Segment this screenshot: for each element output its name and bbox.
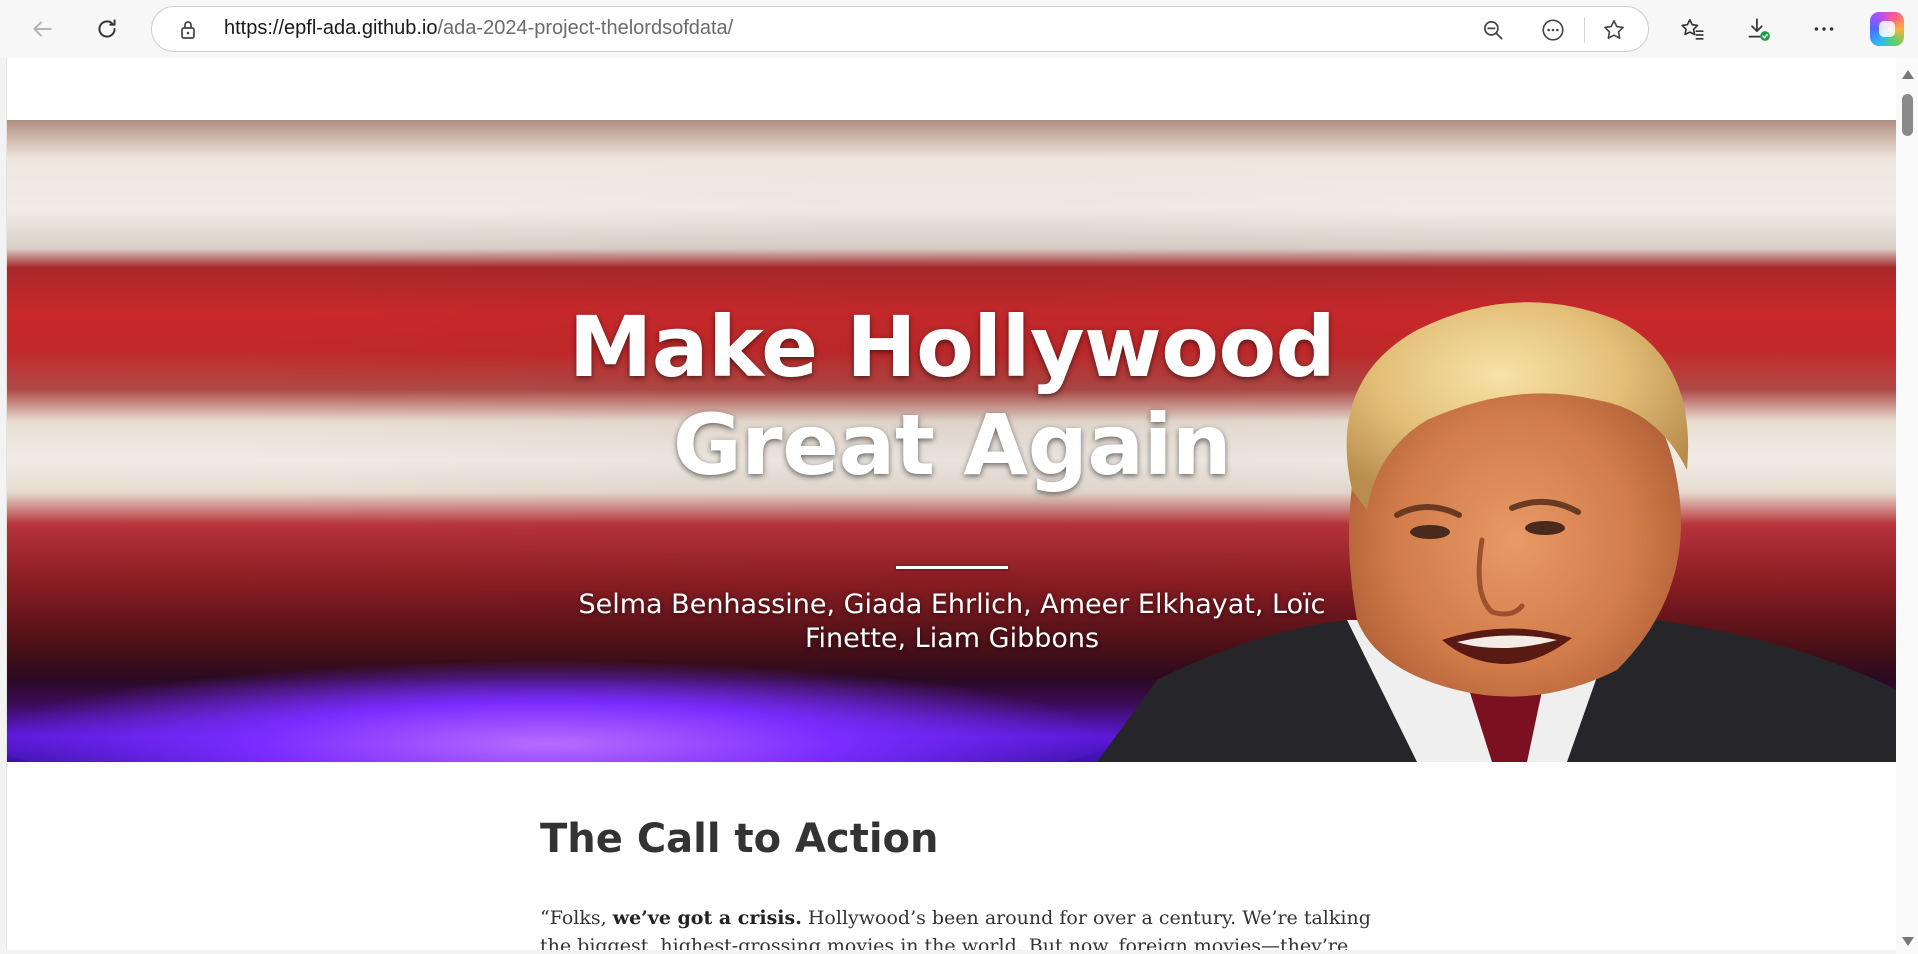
url-path: /ada-2024-project-thelordsofdata/ bbox=[437, 17, 734, 39]
address-bar[interactable]: https://epfl-ada.github.io/ada-2024-proj… bbox=[151, 6, 1649, 52]
favorites-button[interactable] bbox=[1674, 11, 1710, 47]
settings-more-button[interactable] bbox=[1806, 11, 1842, 47]
hero-divider bbox=[896, 566, 1008, 569]
downloads-icon bbox=[1748, 18, 1770, 41]
page-scrollbar[interactable] bbox=[1896, 58, 1918, 954]
favorite-star-icon bbox=[1604, 19, 1624, 39]
hero-title-line-2: Great Again bbox=[672, 396, 1232, 494]
hero-banner: Make Hollywood Great Again Selma Benhass… bbox=[7, 120, 1896, 762]
address-separator bbox=[1584, 17, 1585, 43]
refresh-icon bbox=[98, 19, 116, 38]
page-viewport: Make Hollywood Great Again Selma Benhass… bbox=[6, 58, 1896, 950]
hero-title-line-1: Make Hollywood bbox=[568, 298, 1336, 396]
section-heading: The Call to Action bbox=[540, 816, 939, 862]
paragraph-emphasis: we’ve got a crisis. bbox=[612, 907, 802, 929]
back-arrow-icon bbox=[33, 21, 52, 37]
more-icon bbox=[1814, 27, 1834, 31]
paragraph-open: “Folks, bbox=[540, 907, 613, 929]
downloads-button[interactable] bbox=[1740, 11, 1776, 47]
back-button[interactable] bbox=[24, 11, 60, 47]
url-text[interactable]: https://epfl-ada.github.io/ada-2024-proj… bbox=[224, 17, 733, 40]
url-host: https://epfl-ada.github.io bbox=[224, 17, 438, 39]
intro-paragraph: “Folks, we’ve got a crisis. Hollywood’s … bbox=[540, 904, 1380, 950]
scroll-up-arrow-icon[interactable] bbox=[1902, 70, 1914, 79]
zoom-out-button[interactable] bbox=[1478, 15, 1508, 45]
favorites-icon bbox=[1681, 18, 1704, 40]
add-favorite-button[interactable] bbox=[1599, 15, 1629, 45]
more-page-icon bbox=[1542, 19, 1564, 41]
scroll-down-arrow-icon[interactable] bbox=[1902, 937, 1914, 946]
refresh-button[interactable] bbox=[89, 11, 125, 47]
browser-toolbar: https://epfl-ada.github.io/ada-2024-proj… bbox=[0, 0, 1918, 58]
scroll-thumb[interactable] bbox=[1902, 94, 1913, 136]
page-options-button[interactable] bbox=[1538, 15, 1568, 45]
hero-authors: Selma Benhassine, Giada Ehrlich, Ameer E… bbox=[578, 589, 1326, 654]
copilot-icon[interactable] bbox=[1870, 12, 1904, 46]
lock-icon[interactable] bbox=[176, 18, 200, 42]
zoom-out-icon bbox=[1484, 21, 1503, 40]
